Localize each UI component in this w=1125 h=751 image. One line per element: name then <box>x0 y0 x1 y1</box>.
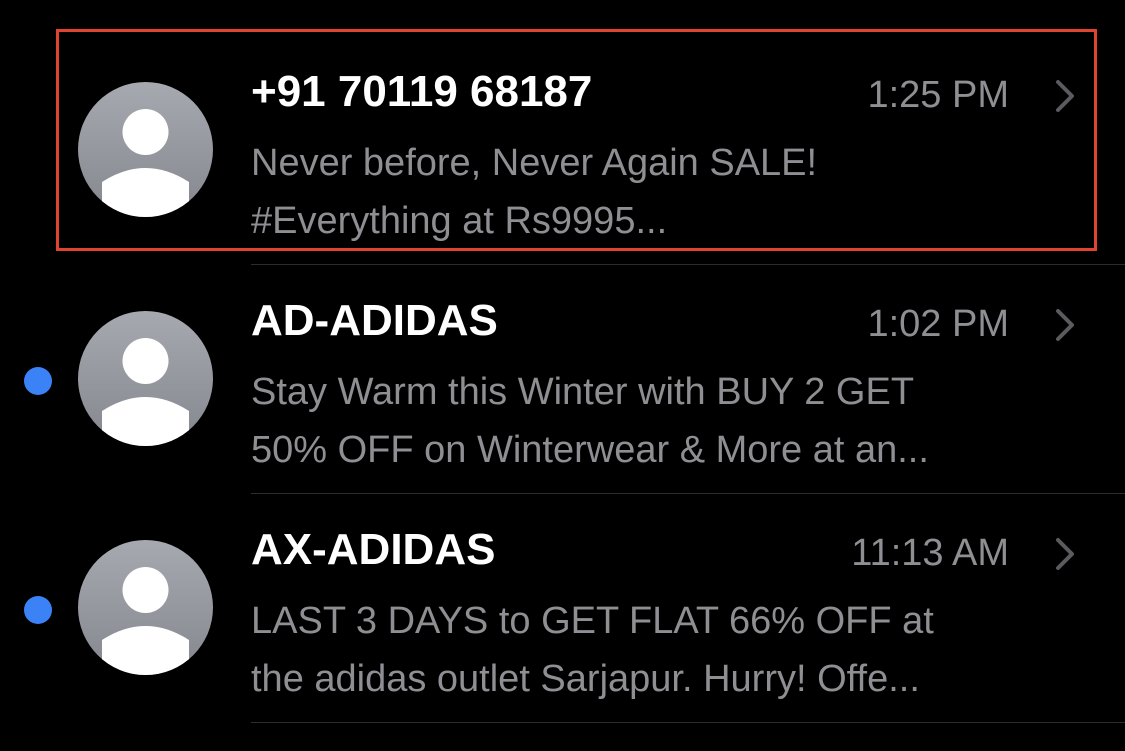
preview-line-2: the adidas outlet Sarjapur. Hurry! Offe.… <box>251 658 920 700</box>
message-preview: LAST 3 DAYS to GET FLAT 66% OFF at the a… <box>251 592 1071 708</box>
person-silhouette-icon <box>102 338 189 446</box>
message-row-2[interactable]: AD-ADIDAS 1:02 PM Stay Warm this Winter … <box>0 265 1125 494</box>
preview-line-1: Stay Warm this Winter with BUY 2 GET <box>251 371 915 413</box>
unread-indicator <box>24 367 52 395</box>
message-row-3[interactable]: AX-ADIDAS 11:13 AM LAST 3 DAYS to GET FL… <box>0 494 1125 723</box>
chevron-right-icon <box>1056 80 1074 112</box>
message-time: 11:13 AM <box>851 532 1009 574</box>
sender-name: +91 70119 68187 <box>251 67 593 116</box>
contact-avatar <box>78 82 213 217</box>
chevron-right-icon <box>1056 538 1074 570</box>
unread-indicator <box>24 596 52 624</box>
message-preview: Stay Warm this Winter with BUY 2 GET 50%… <box>251 363 1071 479</box>
person-silhouette-icon <box>102 109 189 217</box>
message-preview: Never before, Never Again SALE! #Everyth… <box>251 134 1071 250</box>
message-time: 1:02 PM <box>867 303 1009 345</box>
message-time: 1:25 PM <box>867 74 1009 116</box>
preview-line-2: #Everything at Rs9995... <box>251 200 668 242</box>
row-separator <box>251 722 1125 723</box>
preview-line-1: Never before, Never Again SALE! <box>251 142 818 184</box>
contact-avatar <box>78 540 213 675</box>
message-row-1[interactable]: +91 70119 68187 1:25 PM Never before, Ne… <box>0 36 1125 265</box>
person-silhouette-icon <box>102 567 189 675</box>
message-list: +91 70119 68187 1:25 PM Never before, Ne… <box>0 0 1125 751</box>
preview-line-2: 50% OFF on Winterwear & More at an... <box>251 429 929 471</box>
sender-name: AD-ADIDAS <box>251 296 498 345</box>
chevron-right-icon <box>1056 309 1074 341</box>
sender-name: AX-ADIDAS <box>251 525 496 574</box>
preview-line-1: LAST 3 DAYS to GET FLAT 66% OFF at <box>251 600 934 642</box>
contact-avatar <box>78 311 213 446</box>
